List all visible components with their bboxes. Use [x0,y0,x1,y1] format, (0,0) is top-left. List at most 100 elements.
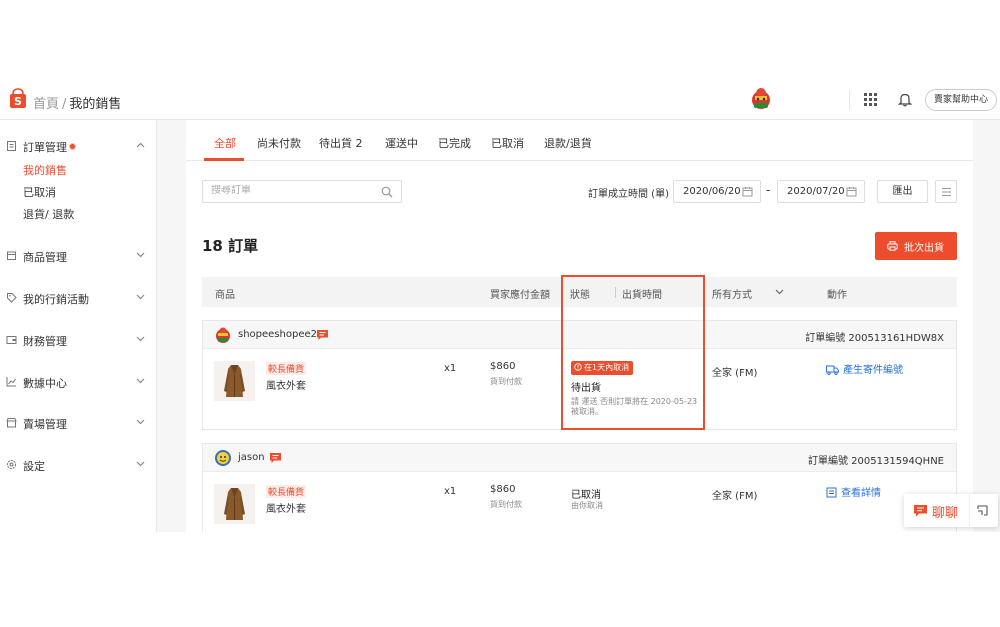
expand-icon[interactable] [977,505,988,516]
col-product: 商品 [215,290,235,301]
col-action: 動作 [827,290,847,301]
orders-count-title: 18 訂單 [202,237,259,255]
wallet-icon [6,336,17,344]
truck-icon [826,365,839,376]
tab-return-refund[interactable]: 退款/退貨 [544,135,592,151]
order-search-box[interactable] [202,180,402,203]
export-button[interactable]: 匯出 [877,180,928,203]
sidebar-group-label: 訂單管理 [23,139,76,155]
tab-completed[interactable]: 已完成 [438,135,471,151]
product-image[interactable] [214,484,255,524]
chat-widget-divider [969,494,970,527]
header-divider [849,90,850,110]
tab-cancelled[interactable]: 已取消 [491,135,524,151]
date-range-separator: - [766,183,771,197]
product-image[interactable] [214,361,255,401]
bell-icon[interactable] [898,92,912,107]
apps-grid-icon[interactable] [864,93,877,106]
date-to-field[interactable]: 2020/07/20 [777,180,865,203]
buyer-avatar[interactable] [214,326,232,344]
tab-unpaid[interactable]: 尚未付款 [257,135,301,151]
list-icon [942,188,951,196]
date-filter-label: 訂單成立時間 (單) [588,189,669,200]
buyer-avatar[interactable] [214,449,232,467]
chevron-down-icon[interactable] [136,461,145,467]
tab-shipping[interactable]: 運送中 [385,135,418,151]
col-ship-method[interactable]: 所有方式 [712,286,752,301]
sidebar-group-label: 賣場管理 [23,418,67,431]
order-amount: $860 [490,361,516,372]
chevron-down-icon[interactable] [136,252,145,258]
seller-help-center-button[interactable]: 賣家幫助中心 [925,89,997,111]
preorder-tag: 較長備貨 [266,362,307,375]
order-search-input[interactable] [211,185,371,196]
date-from-field[interactable]: 2020/06/20 [673,180,761,203]
chevron-up-icon[interactable] [136,142,145,148]
sidebar-group-label: 商品管理 [23,251,67,264]
clipboard-icon [7,141,16,151]
buyer-username[interactable]: shopeeshopee2 [238,329,317,340]
shipping-method: 全家 (FM) [712,491,758,502]
calendar-icon [846,187,857,197]
buyer-username[interactable]: jason [238,452,265,463]
sidebar-group-finance[interactable]: 財務管理 [0,330,157,350]
shopee-logo-icon[interactable]: S [9,88,27,109]
order-amount: $860 [490,484,516,495]
chat-icon[interactable] [316,329,329,341]
chat-icon [914,505,927,517]
sidebar-group-shop[interactable]: 賣場管理 [0,413,157,433]
batch-ship-button[interactable]: 批次出貨 [875,232,957,260]
chevron-down-icon[interactable] [136,378,145,384]
sidebar-group-data-center[interactable]: 數據中心 [0,372,157,392]
date-from-value: 2020/06/20 [683,186,741,197]
payment-method: 貨到付款 [490,500,522,509]
notification-dot [69,143,76,150]
sidebar-item-my-sales[interactable]: 我的銷售 [23,162,67,178]
status-note-line1: 由你取消 [571,501,603,510]
chevron-down-icon[interactable] [136,419,145,425]
sidebar-item-cancelled[interactable]: 已取消 [23,184,56,200]
seller-center-app: S 首頁 / 我的銷售 賣家幫助中心 訂單管理 我的銷售 已取消 退貨/ 退款 … [0,80,1000,532]
order-status: 已取消 [571,490,601,501]
export-history-button[interactable] [935,180,957,203]
tab-to-ship[interactable]: 待出貨 2 [319,135,363,151]
batch-ship-label: 批次出貨 [904,243,944,254]
breadcrumb-home[interactable]: 首頁 [33,97,59,112]
sidebar-group-settings[interactable]: 設定 [0,455,157,475]
tab-all[interactable]: 全部 [214,135,236,151]
box-icon [7,251,16,260]
chat-icon[interactable] [269,452,282,464]
shipping-method: 全家 (FM) [712,368,758,379]
sidebar-group-marketing[interactable]: 我的行銷活動 [0,288,157,308]
sidebar-item-returns[interactable]: 退貨/ 退款 [23,206,74,222]
search-icon[interactable] [381,186,393,198]
top-header: S 首頁 / 我的銷售 賣家幫助中心 [0,80,1000,120]
chevron-down-icon[interactable] [136,294,145,300]
status-highlight-box [561,275,705,430]
sidebar-group-orders[interactable]: 訂單管理 [0,136,157,156]
view-details-link[interactable]: 查看詳情 [826,484,881,499]
breadcrumb: 首頁 / 我的銷售 [33,93,121,112]
chat-widget[interactable]: 聊聊 [904,494,998,527]
preorder-tag: 較長備貨 [266,485,307,498]
payment-method: 貨到付款 [490,377,522,386]
sidebar-group-products[interactable]: 商品管理 [0,246,157,266]
shop-avatar-icon[interactable] [749,87,773,113]
logo-letter: S [14,95,22,108]
chart-icon [6,377,16,387]
printer-icon [887,241,898,251]
sidebar: 訂單管理 我的銷售 已取消 退貨/ 退款 商品管理 我的行銷活動 財務管理 數據… [0,120,157,532]
generate-tracking-link[interactable]: 產生寄件編號 [826,361,903,376]
chat-widget-label: 聊聊 [932,506,959,521]
tag-icon [7,293,17,303]
sidebar-group-label: 設定 [23,460,45,473]
order-card: jason 訂單編號 2005131594QHNE 較長備貨 風衣外套 x1 $… [202,443,957,532]
breadcrumb-separator: / [62,97,67,112]
shop-icon [6,418,17,428]
chevron-down-icon[interactable] [775,289,784,295]
active-tab-indicator [204,158,244,161]
sidebar-group-label: 數據中心 [23,377,67,390]
chevron-down-icon[interactable] [136,336,145,342]
document-icon [826,487,837,498]
product-quantity: x1 [444,486,457,497]
